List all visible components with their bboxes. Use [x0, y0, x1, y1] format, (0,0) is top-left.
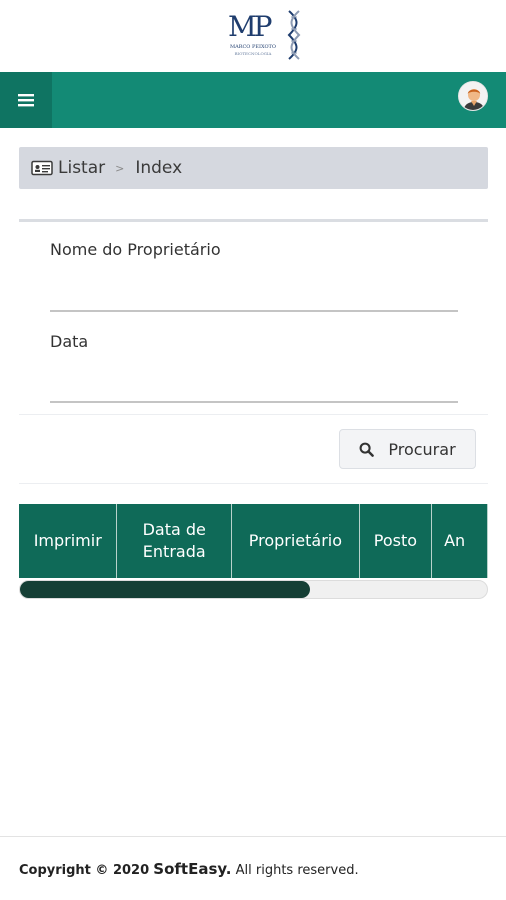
breadcrumb-item-index: Index — [135, 158, 183, 178]
footer: Copyright © 2020 SoftEasy. All rights re… — [19, 860, 359, 878]
logo-letters: MP — [228, 10, 272, 43]
date-label: Data — [50, 332, 89, 351]
rights-text: All rights reserved. — [235, 863, 359, 878]
dna-helix-icon — [287, 10, 301, 60]
table-header-row: Imprimir Data de Entrada Proprietário Po… — [19, 504, 488, 578]
filter-panel: Nome do Proprietário Data Procurar — [19, 219, 488, 484]
id-card-icon — [31, 160, 53, 176]
results-table-wrapper[interactable]: Imprimir Data de Entrada Proprietário Po… — [19, 504, 488, 578]
table-horizontal-scrollbar[interactable] — [19, 580, 488, 599]
breadcrumb-separator: > — [115, 161, 125, 175]
breadcrumb-item-listar[interactable]: Listar — [58, 158, 105, 178]
date-input[interactable] — [50, 371, 458, 403]
search-button[interactable]: Procurar — [339, 429, 476, 469]
results-table: Imprimir Data de Entrada Proprietário Po… — [19, 504, 488, 578]
top-navbar — [0, 72, 506, 128]
search-icon — [359, 442, 375, 457]
logo-name: MARCO PEIXOTO — [229, 44, 276, 50]
menu-toggle-button[interactable] — [0, 72, 52, 128]
user-avatar-icon[interactable] — [458, 81, 488, 111]
company-logo[interactable]: MP MARCO PEIXOTO BIOTECNOLOGIA — [222, 10, 304, 62]
scrollbar-thumb[interactable] — [20, 581, 310, 598]
copyright-text: Copyright © 2020 — [19, 863, 150, 878]
breadcrumb: Listar > Index — [19, 147, 488, 189]
column-header-imprimir[interactable]: Imprimir — [19, 504, 118, 578]
search-button-label: Procurar — [388, 439, 456, 459]
logo-tagline: BIOTECNOLOGIA — [234, 51, 272, 56]
owner-name-input[interactable] — [50, 280, 458, 312]
column-header-truncated[interactable]: An — [431, 504, 488, 578]
logo-bar: MP MARCO PEIXOTO BIOTECNOLOGIA — [0, 0, 506, 72]
column-header-data-de-entrada[interactable]: Data de Entrada — [116, 504, 233, 578]
column-header-proprietario[interactable]: Proprietário — [231, 504, 360, 578]
hamburger-icon — [18, 94, 34, 107]
brand-link[interactable]: SoftEasy. — [153, 860, 231, 878]
owner-name-label: Nome do Proprietário — [50, 240, 221, 259]
filter-actions: Procurar — [19, 414, 488, 484]
footer-divider — [0, 836, 506, 837]
column-header-posto[interactable]: Posto — [359, 504, 433, 578]
